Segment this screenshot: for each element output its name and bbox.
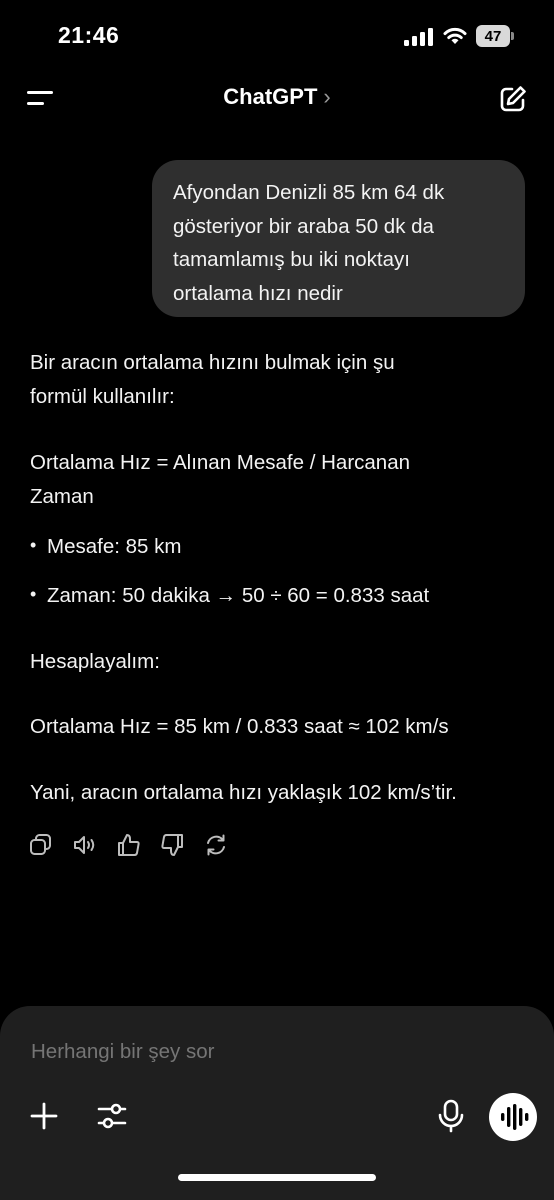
battery-icon: 47 [476, 25, 516, 47]
user-message-line: Afyondan Denizli 85 km 64 dk [173, 181, 445, 204]
list-item: • Mesafe: 85 km [30, 535, 535, 565]
page-title: ChatGPT [223, 84, 318, 109]
bullet-text: Mesafe: 85 km [47, 535, 182, 558]
bullet-symbol: • [30, 535, 37, 555]
header: ChatGPT › [0, 76, 554, 122]
voice-mode-button[interactable] [489, 1093, 537, 1141]
bullet-symbol: • [30, 584, 37, 604]
chat-screen: 21:46 47 ChatGPT › Afyondan Denizli 85 k… [0, 0, 554, 1200]
chevron-right-icon: › [323, 84, 331, 109]
intro-line: formül kullanılır: [30, 385, 175, 408]
status-time: 21:46 [58, 22, 120, 48]
cellular-signal-icon [404, 28, 433, 46]
model-selector[interactable]: ChatGPT › [0, 84, 554, 110]
thumbs-down-icon[interactable] [159, 832, 185, 858]
thumbs-up-icon[interactable] [116, 832, 142, 858]
copy-icon[interactable] [28, 832, 54, 858]
message-input[interactable] [29, 1036, 503, 1068]
message-actions [28, 832, 248, 860]
tools-icon[interactable] [96, 1101, 128, 1131]
list-item: • Zaman: 50 dakika → 50 ÷ 60 = 0.833 saa… [30, 584, 535, 614]
microphone-icon[interactable] [436, 1099, 466, 1133]
user-message-line: ortalama hızı nedir [173, 281, 343, 305]
user-message[interactable]: Afyondan Denizli 85 km 64 dk gösteriyor … [152, 160, 525, 317]
user-message-line: tamamlamış bu iki noktayı [173, 248, 410, 271]
regenerate-icon[interactable] [203, 832, 229, 858]
formula-line: Zaman [30, 485, 94, 508]
wifi-icon [443, 27, 467, 44]
calc-line: Ortalama Hız = 85 km / 0.833 saat ≈ 102 … [30, 715, 449, 738]
calc-heading: Hesaplayalım: [30, 650, 160, 673]
intro-line: Bir aracın ortalama hızını bulmak için ş… [30, 351, 395, 374]
user-message-line: gösteriyor bir araba 50 dk da [173, 214, 434, 238]
speaker-icon[interactable] [72, 832, 98, 858]
status-bar: 21:46 47 [0, 0, 554, 70]
waveform-icon [501, 1104, 529, 1130]
battery-level: 47 [476, 25, 510, 47]
new-chat-icon[interactable] [498, 84, 528, 114]
composer [0, 1006, 554, 1200]
bullet-text: Zaman: 50 dakika → 50 ÷ 60 = 0.833 saat [47, 584, 430, 607]
formula-line: Ortalama Hız = Alınan Mesafe / Harcanan [30, 451, 411, 474]
home-indicator [178, 1174, 376, 1181]
plus-icon[interactable] [28, 1100, 60, 1132]
conclusion: Yani, aracın ortalama hızı yaklaşık 102 … [30, 781, 457, 804]
